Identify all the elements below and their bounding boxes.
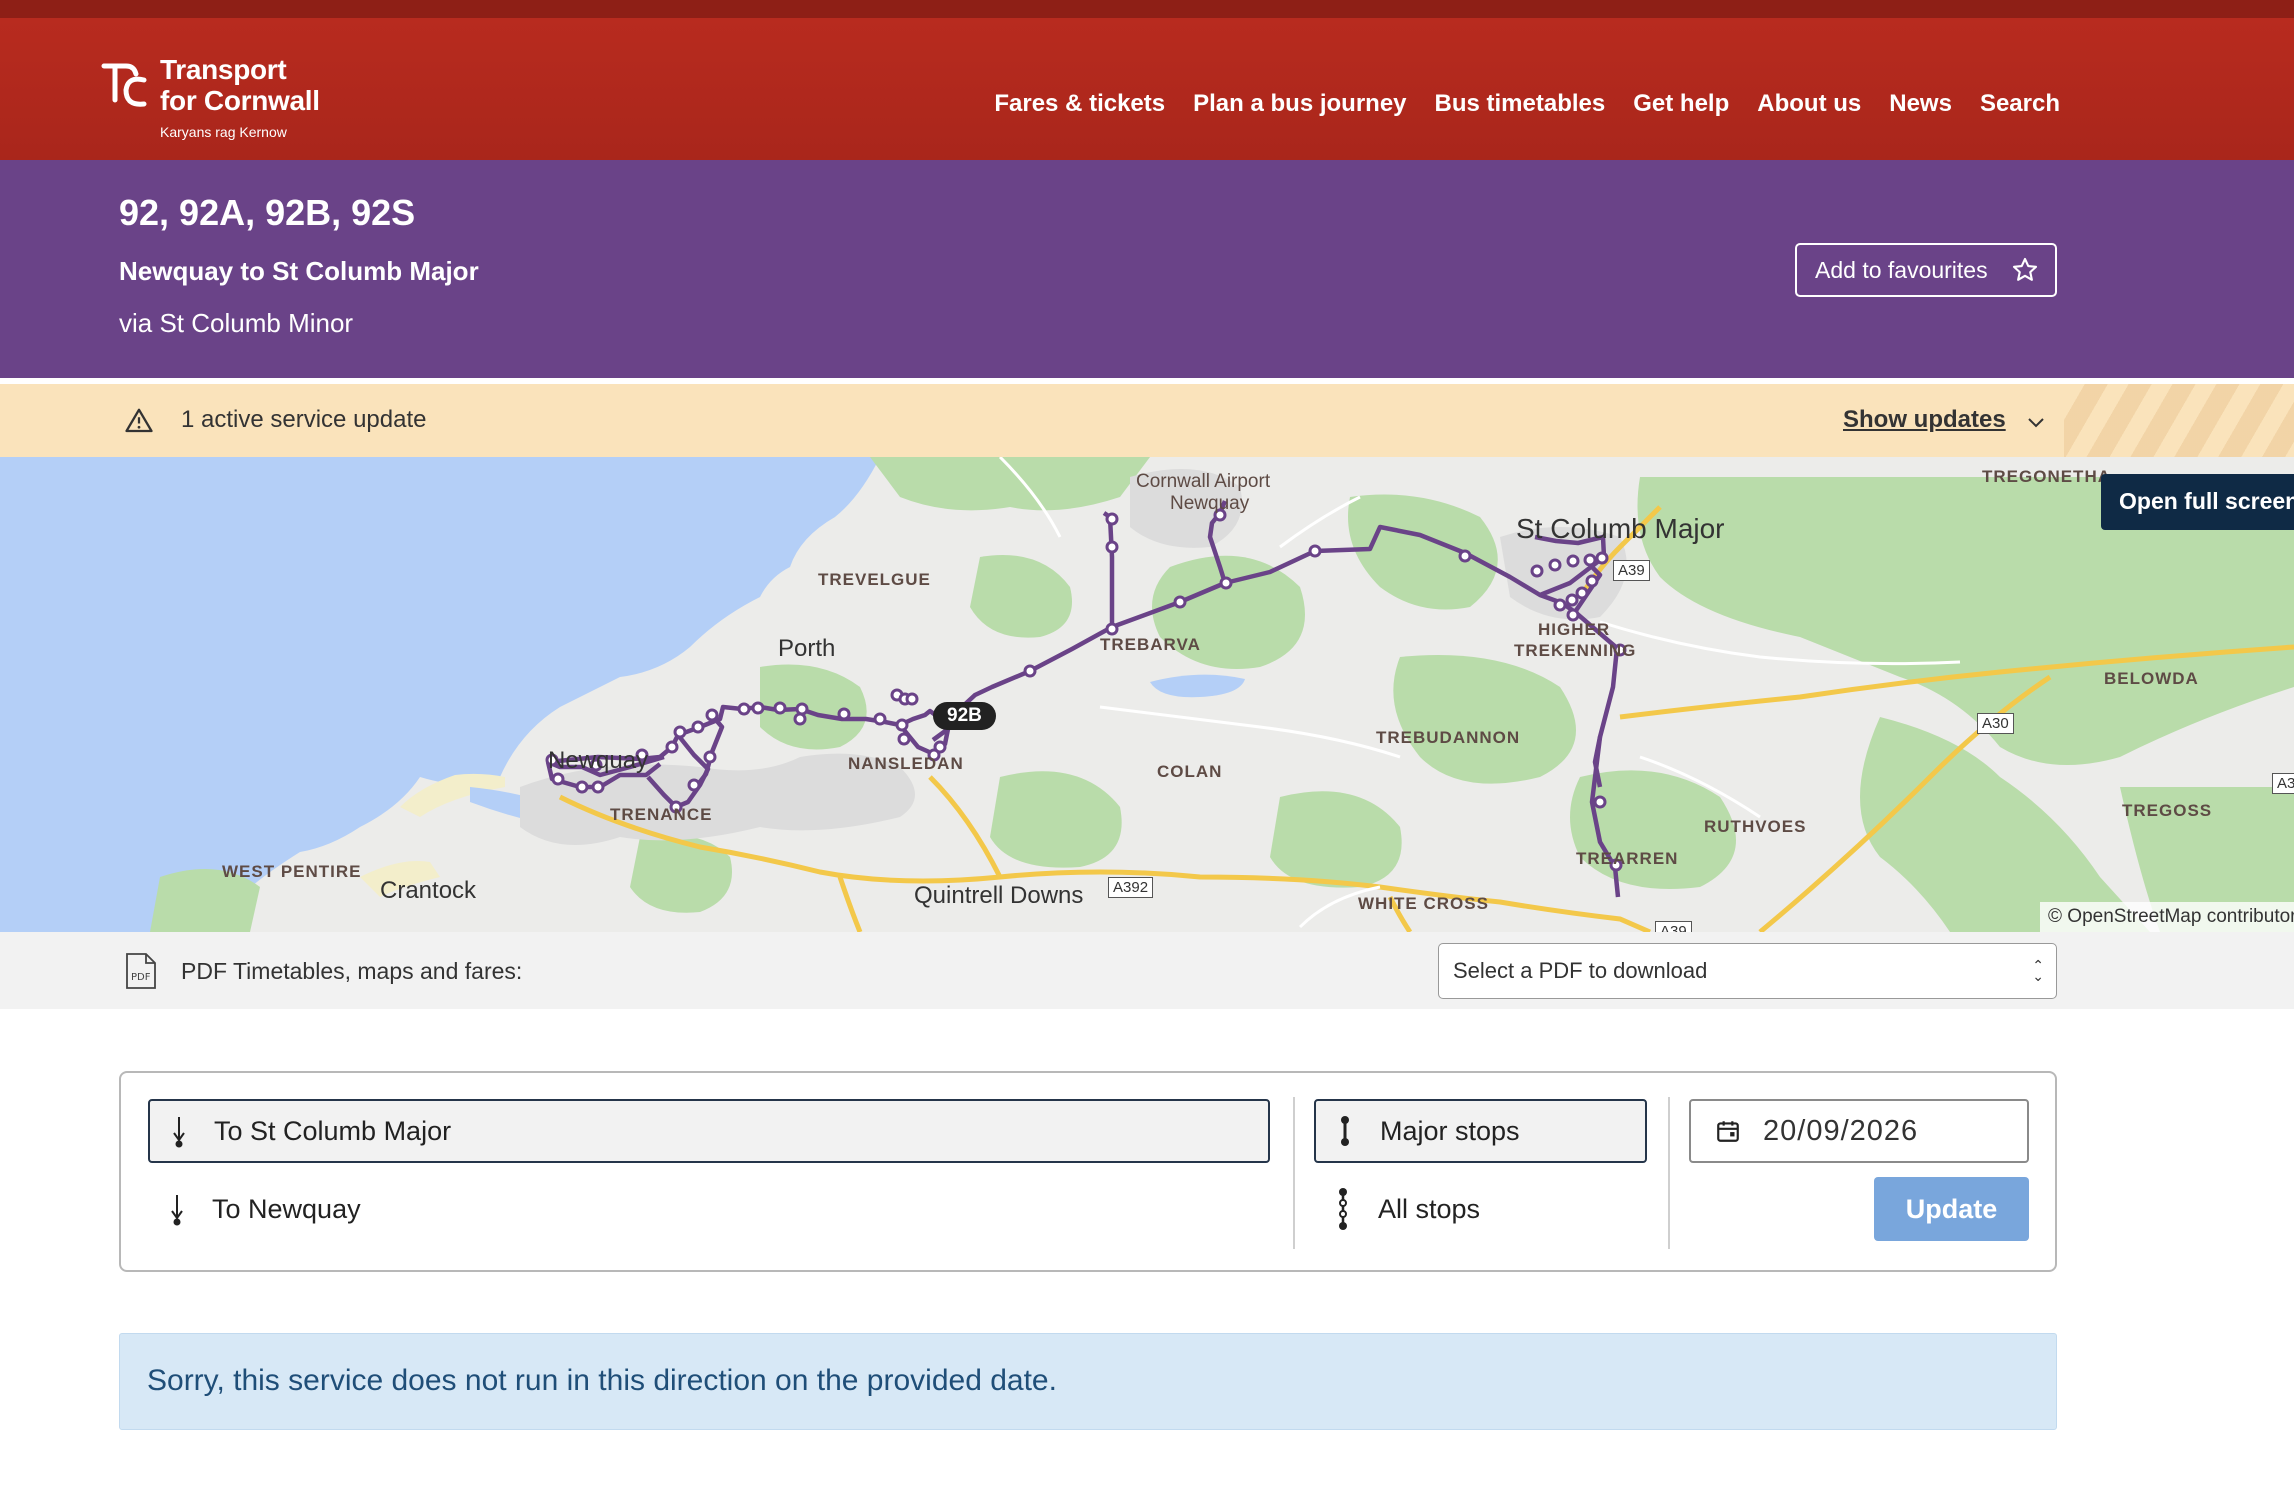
direction-selected-label: To St Columb Major <box>214 1115 452 1146</box>
route-map[interactable]: Cornwall Airport Newquay St Columb Major… <box>0 457 2294 932</box>
trevelgue-label: TREVELGUE <box>818 570 931 589</box>
map-canvas <box>0 457 2294 932</box>
site-header: Transport for Cornwall Karyans rag Kerno… <box>0 18 2294 160</box>
st-columb-major-label: St Columb Major <box>1516 513 1725 544</box>
pdf-label: PDF Timetables, maps and fares: <box>181 958 523 984</box>
porth-label: Porth <box>778 635 836 662</box>
stops-major[interactable]: Major stops <box>1314 1099 1647 1163</box>
route-numbers: 92, 92A, 92B, 92S <box>119 192 416 233</box>
sea <box>0 457 880 932</box>
trebudannon-label: TREBUDANNON <box>1376 728 1521 747</box>
trenance-label: TRENANCE <box>610 805 713 824</box>
pdf-select-value: Select a PDF to download <box>1453 958 1708 983</box>
road-shield-a30: A30 <box>1977 713 2014 734</box>
pdf-file-icon: PDF <box>126 953 156 989</box>
favourites-label: Add to favourites <box>1815 256 1988 283</box>
direction-to-st-columb-major[interactable]: To St Columb Major <box>148 1099 1270 1163</box>
stops-selected-label: Major stops <box>1380 1115 1520 1146</box>
alert-stripes <box>2064 384 2294 457</box>
show-updates-link[interactable]: Show updates <box>1843 406 2006 434</box>
stops-other-label: All stops <box>1378 1193 1481 1224</box>
divider <box>1293 1097 1295 1249</box>
crantock-label: Crantock <box>380 877 477 904</box>
belowda-label: BELOWDA <box>2104 669 2199 688</box>
add-to-favourites-button[interactable]: Add to favourites <box>1795 243 2057 297</box>
service-notice: Sorry, this service does not run in this… <box>119 1333 2057 1430</box>
ruthvoes-label: RUTHVOES <box>1704 817 1807 836</box>
road-shield-a3: A3 <box>2272 773 2294 794</box>
update-button[interactable]: Update <box>1874 1177 2029 1241</box>
direction-other-label: To Newquay <box>212 1193 361 1224</box>
top-stripe <box>0 0 2294 18</box>
trebarva-label: TREBARVA <box>1100 635 1201 654</box>
quintrell-downs-label: Quintrell Downs <box>914 882 1084 909</box>
nav-plan-journey[interactable]: Plan a bus journey <box>1193 90 1406 118</box>
svg-text:PDF: PDF <box>131 972 151 983</box>
logo-subtitle: Karyans rag Kernow <box>160 124 287 140</box>
reservoir <box>1150 674 1245 698</box>
chevron-down-icon[interactable] <box>2024 410 2048 434</box>
main-nav: Fares & tickets Plan a bus journey Bus t… <box>994 90 2060 118</box>
alert-text: 1 active service update <box>181 406 427 433</box>
route-description: Newquay to St Columb Major <box>119 256 479 286</box>
colan-label: COLAN <box>1157 762 1223 781</box>
white-cross-label: WHITE CROSS <box>1358 894 1489 913</box>
map-attribution[interactable]: © OpenStreetMap contributors <box>2040 902 2294 932</box>
nansledan-label: NANSLEDAN <box>848 754 964 773</box>
direction-arrow-icon <box>173 1117 185 1148</box>
west-pentire-label: WEST PENTIRE <box>222 862 362 881</box>
date-value: 20/09/2026 <box>1763 1114 1919 1147</box>
airport-label: Cornwall Airport Newquay <box>1136 471 1271 514</box>
warning-icon <box>125 408 153 433</box>
direction-arrow-icon <box>171 1195 183 1226</box>
logo[interactable]: Transport for Cornwall Karyans rag Kerno… <box>100 48 340 148</box>
trearren-label: TREARREN <box>1576 849 1679 868</box>
all-stops-icon <box>1339 1188 1347 1230</box>
major-stops-icon <box>1341 1116 1349 1146</box>
newquay-label: Newquay <box>548 747 649 774</box>
timetable-controls: To St Columb Major To Newquay Major stop… <box>119 1071 2057 1272</box>
logo-mark-icon <box>101 63 147 107</box>
date-field[interactable]: 20/09/2026 <box>1689 1099 2029 1163</box>
nav-news[interactable]: News <box>1889 90 1952 118</box>
tregonetha-label: TREGONETHA <box>1982 467 2111 486</box>
nav-search[interactable]: Search <box>1980 90 2060 118</box>
tregoss-label: TREGOSS <box>2122 801 2213 820</box>
nav-get-help[interactable]: Get help <box>1633 90 1729 118</box>
road-shield-a392: A392 <box>1108 877 1154 898</box>
service-update-alert: 1 active service update Show updates <box>0 384 2294 457</box>
direction-to-newquay[interactable]: To Newquay <box>148 1177 1270 1241</box>
route-banner: 92, 92A, 92B, 92S Newquay to St Columb M… <box>0 160 2294 378</box>
divider <box>1668 1097 1670 1249</box>
open-full-screen-button[interactable]: Open full screen <box>2101 474 2294 530</box>
star-icon <box>2012 257 2038 281</box>
select-arrows-icon: ⌃ ⌄ <box>2032 957 2044 984</box>
road-shield-a39-south: A39 <box>1655 921 1692 932</box>
pdf-bar: PDF PDF Timetables, maps and fares: Sele… <box>0 932 2294 1009</box>
nav-fares-tickets[interactable]: Fares & tickets <box>994 90 1165 118</box>
calendar-icon <box>1717 1121 1739 1142</box>
route-badge: 92B <box>933 702 996 730</box>
higher-trekenning-label: HIGHER TREKENNING <box>1514 620 1637 660</box>
logo-title: Transport for Cornwall <box>160 54 320 116</box>
nav-bus-timetables[interactable]: Bus timetables <box>1435 90 1606 118</box>
stops-all[interactable]: All stops <box>1314 1177 1647 1241</box>
road-shield-a39: A39 <box>1613 560 1650 581</box>
pdf-select[interactable]: Select a PDF to download ⌃ ⌄ <box>1438 943 2057 999</box>
nav-about-us[interactable]: About us <box>1757 90 1861 118</box>
route-via: via St Columb Minor <box>119 308 354 338</box>
